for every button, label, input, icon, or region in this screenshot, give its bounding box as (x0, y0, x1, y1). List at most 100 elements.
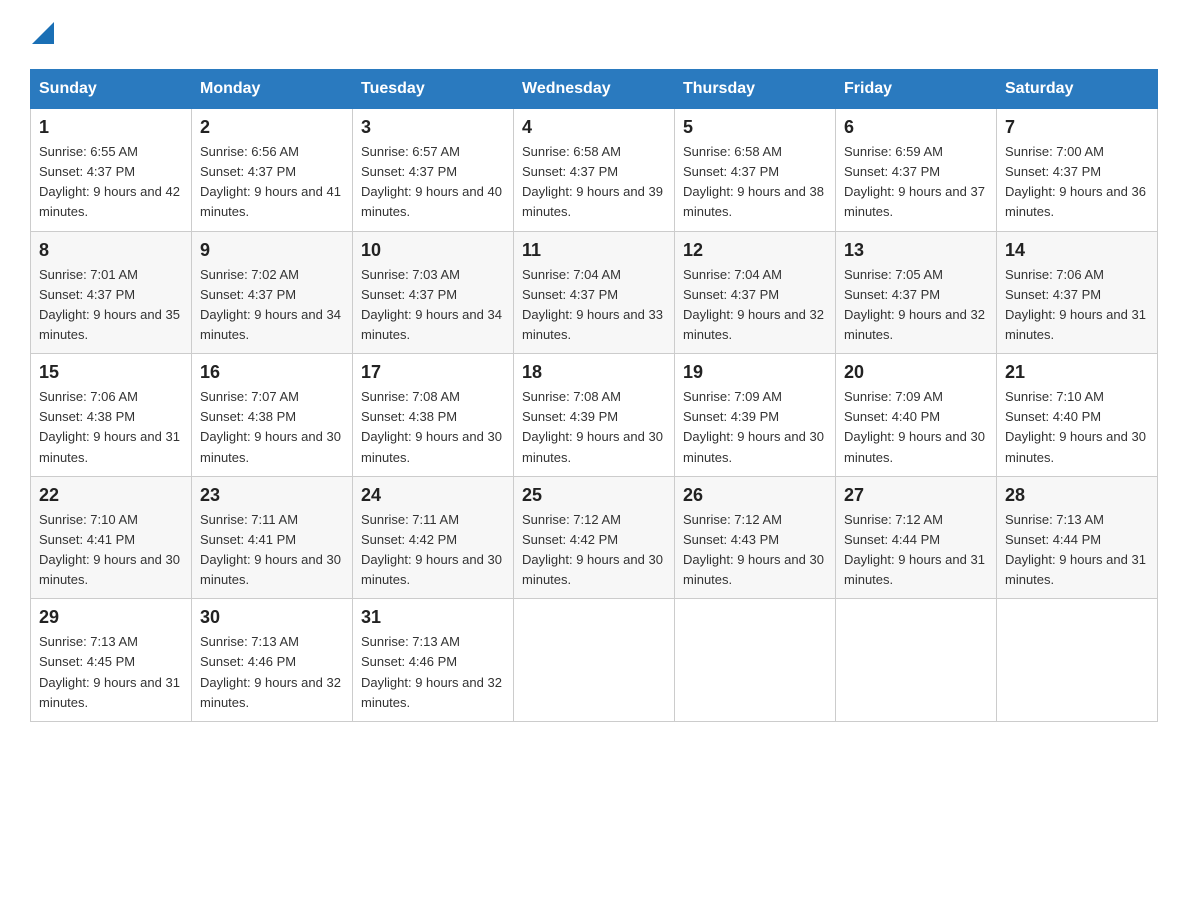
day-info: Sunrise: 7:07 AMSunset: 4:38 PMDaylight:… (200, 387, 344, 468)
calendar-week-row: 29 Sunrise: 7:13 AMSunset: 4:45 PMDayligh… (31, 599, 1158, 722)
day-number: 22 (39, 485, 183, 506)
calendar-cell: 16Sunrise: 7:07 AMSunset: 4:38 PMDayligh… (192, 354, 353, 477)
day-number: 2 (200, 117, 344, 138)
calendar-cell: 4 Sunrise: 6:58 AMSunset: 4:37 PMDaylight… (514, 109, 675, 232)
calendar-cell: 28 Sunrise: 7:13 AMSunset: 4:44 PMDayligh… (997, 476, 1158, 599)
calendar-cell: 14Sunrise: 7:06 AMSunset: 4:37 PMDayligh… (997, 231, 1158, 354)
calendar-cell: 30 Sunrise: 7:13 AMSunset: 4:46 PMDayligh… (192, 599, 353, 722)
logo-triangle-icon (32, 22, 54, 44)
day-number: 9 (200, 240, 344, 261)
day-info: Sunrise: 7:09 AMSunset: 4:40 PMDaylight:… (844, 387, 988, 468)
day-info: Sunrise: 6:57 AMSunset: 4:37 PMDaylight:… (361, 142, 505, 223)
day-info: Sunrise: 7:13 AMSunset: 4:46 PMDaylight:… (200, 632, 344, 713)
day-number: 5 (683, 117, 827, 138)
calendar-cell: 31 Sunrise: 7:13 AMSunset: 4:46 PMDayligh… (353, 599, 514, 722)
day-info: Sunrise: 6:59 AMSunset: 4:37 PMDaylight:… (844, 142, 988, 223)
calendar-cell (997, 599, 1158, 722)
day-number: 18 (522, 362, 666, 383)
day-number: 14 (1005, 240, 1149, 261)
calendar-cell: 3 Sunrise: 6:57 AMSunset: 4:37 PMDaylight… (353, 109, 514, 232)
day-number: 1 (39, 117, 183, 138)
day-info: Sunrise: 7:13 AMSunset: 4:46 PMDaylight:… (361, 632, 505, 713)
day-number: 28 (1005, 485, 1149, 506)
calendar-cell: 29 Sunrise: 7:13 AMSunset: 4:45 PMDayligh… (31, 599, 192, 722)
day-number: 3 (361, 117, 505, 138)
calendar-cell (514, 599, 675, 722)
day-number: 11 (522, 240, 666, 261)
calendar-cell: 5 Sunrise: 6:58 AMSunset: 4:37 PMDaylight… (675, 109, 836, 232)
calendar-cell: 2 Sunrise: 6:56 AMSunset: 4:37 PMDaylight… (192, 109, 353, 232)
page-header (30, 20, 1158, 49)
day-number: 6 (844, 117, 988, 138)
calendar-week-row: 15 Sunrise: 7:06 AMSunset: 4:38 PMDayligh… (31, 354, 1158, 477)
day-info: Sunrise: 7:03 AMSunset: 4:37 PMDaylight:… (361, 265, 505, 346)
calendar-cell: 11Sunrise: 7:04 AMSunset: 4:37 PMDayligh… (514, 231, 675, 354)
day-number: 8 (39, 240, 183, 261)
calendar-cell: 19 Sunrise: 7:09 AMSunset: 4:39 PMDayligh… (675, 354, 836, 477)
calendar-cell: 17 Sunrise: 7:08 AMSunset: 4:38 PMDayligh… (353, 354, 514, 477)
day-info: Sunrise: 7:08 AMSunset: 4:38 PMDaylight:… (361, 387, 505, 468)
col-thursday: Thursday (675, 70, 836, 109)
day-info: Sunrise: 6:55 AMSunset: 4:37 PMDaylight:… (39, 142, 183, 223)
day-number: 21 (1005, 362, 1149, 383)
calendar-week-row: 22 Sunrise: 7:10 AMSunset: 4:41 PMDayligh… (31, 476, 1158, 599)
calendar-cell: 6 Sunrise: 6:59 AMSunset: 4:37 PMDaylight… (836, 109, 997, 232)
day-number: 31 (361, 607, 505, 628)
col-wednesday: Wednesday (514, 70, 675, 109)
calendar-cell: 8Sunrise: 7:01 AMSunset: 4:37 PMDaylight… (31, 231, 192, 354)
day-info: Sunrise: 7:08 AMSunset: 4:39 PMDaylight:… (522, 387, 666, 468)
day-number: 20 (844, 362, 988, 383)
calendar-cell: 1 Sunrise: 6:55 AMSunset: 4:37 PMDaylight… (31, 109, 192, 232)
day-info: Sunrise: 6:56 AMSunset: 4:37 PMDaylight:… (200, 142, 344, 223)
day-number: 4 (522, 117, 666, 138)
day-info: Sunrise: 7:13 AMSunset: 4:45 PMDaylight:… (39, 632, 183, 713)
calendar-cell: 18 Sunrise: 7:08 AMSunset: 4:39 PMDayligh… (514, 354, 675, 477)
calendar-cell: 9 Sunrise: 7:02 AMSunset: 4:37 PMDaylight… (192, 231, 353, 354)
day-info: Sunrise: 7:00 AMSunset: 4:37 PMDaylight:… (1005, 142, 1149, 223)
day-number: 27 (844, 485, 988, 506)
day-info: Sunrise: 7:04 AMSunset: 4:37 PMDaylight:… (683, 265, 827, 346)
day-number: 13 (844, 240, 988, 261)
calendar-cell: 24Sunrise: 7:11 AMSunset: 4:42 PMDayligh… (353, 476, 514, 599)
day-number: 15 (39, 362, 183, 383)
calendar-cell: 10 Sunrise: 7:03 AMSunset: 4:37 PMDayligh… (353, 231, 514, 354)
calendar-cell: 21 Sunrise: 7:10 AMSunset: 4:40 PMDayligh… (997, 354, 1158, 477)
calendar-cell: 15 Sunrise: 7:06 AMSunset: 4:38 PMDayligh… (31, 354, 192, 477)
calendar-cell: 7 Sunrise: 7:00 AMSunset: 4:37 PMDaylight… (997, 109, 1158, 232)
calendar-cell: 13Sunrise: 7:05 AMSunset: 4:37 PMDayligh… (836, 231, 997, 354)
calendar-cell (675, 599, 836, 722)
calendar-cell: 26 Sunrise: 7:12 AMSunset: 4:43 PMDayligh… (675, 476, 836, 599)
calendar-cell: 27Sunrise: 7:12 AMSunset: 4:44 PMDayligh… (836, 476, 997, 599)
col-tuesday: Tuesday (353, 70, 514, 109)
day-number: 30 (200, 607, 344, 628)
day-info: Sunrise: 7:12 AMSunset: 4:43 PMDaylight:… (683, 510, 827, 591)
day-info: Sunrise: 7:10 AMSunset: 4:40 PMDaylight:… (1005, 387, 1149, 468)
calendar-week-row: 8Sunrise: 7:01 AMSunset: 4:37 PMDaylight… (31, 231, 1158, 354)
day-number: 23 (200, 485, 344, 506)
calendar-week-row: 1 Sunrise: 6:55 AMSunset: 4:37 PMDaylight… (31, 109, 1158, 232)
day-info: Sunrise: 7:13 AMSunset: 4:44 PMDaylight:… (1005, 510, 1149, 591)
day-number: 26 (683, 485, 827, 506)
day-info: Sunrise: 7:11 AMSunset: 4:41 PMDaylight:… (200, 510, 344, 591)
calendar-cell: 23 Sunrise: 7:11 AMSunset: 4:41 PMDayligh… (192, 476, 353, 599)
day-number: 10 (361, 240, 505, 261)
calendar-table: Sunday Monday Tuesday Wednesday Thursday… (30, 69, 1158, 722)
day-info: Sunrise: 6:58 AMSunset: 4:37 PMDaylight:… (522, 142, 666, 223)
day-info: Sunrise: 7:10 AMSunset: 4:41 PMDaylight:… (39, 510, 183, 591)
day-info: Sunrise: 7:09 AMSunset: 4:39 PMDaylight:… (683, 387, 827, 468)
day-number: 17 (361, 362, 505, 383)
day-info: Sunrise: 7:02 AMSunset: 4:37 PMDaylight:… (200, 265, 344, 346)
calendar-cell: 22 Sunrise: 7:10 AMSunset: 4:41 PMDayligh… (31, 476, 192, 599)
day-info: Sunrise: 7:06 AMSunset: 4:38 PMDaylight:… (39, 387, 183, 468)
col-saturday: Saturday (997, 70, 1158, 109)
day-number: 29 (39, 607, 183, 628)
logo (30, 20, 54, 49)
day-number: 25 (522, 485, 666, 506)
day-number: 19 (683, 362, 827, 383)
col-sunday: Sunday (31, 70, 192, 109)
day-info: Sunrise: 6:58 AMSunset: 4:37 PMDaylight:… (683, 142, 827, 223)
day-number: 12 (683, 240, 827, 261)
col-friday: Friday (836, 70, 997, 109)
day-number: 7 (1005, 117, 1149, 138)
day-info: Sunrise: 7:12 AMSunset: 4:42 PMDaylight:… (522, 510, 666, 591)
